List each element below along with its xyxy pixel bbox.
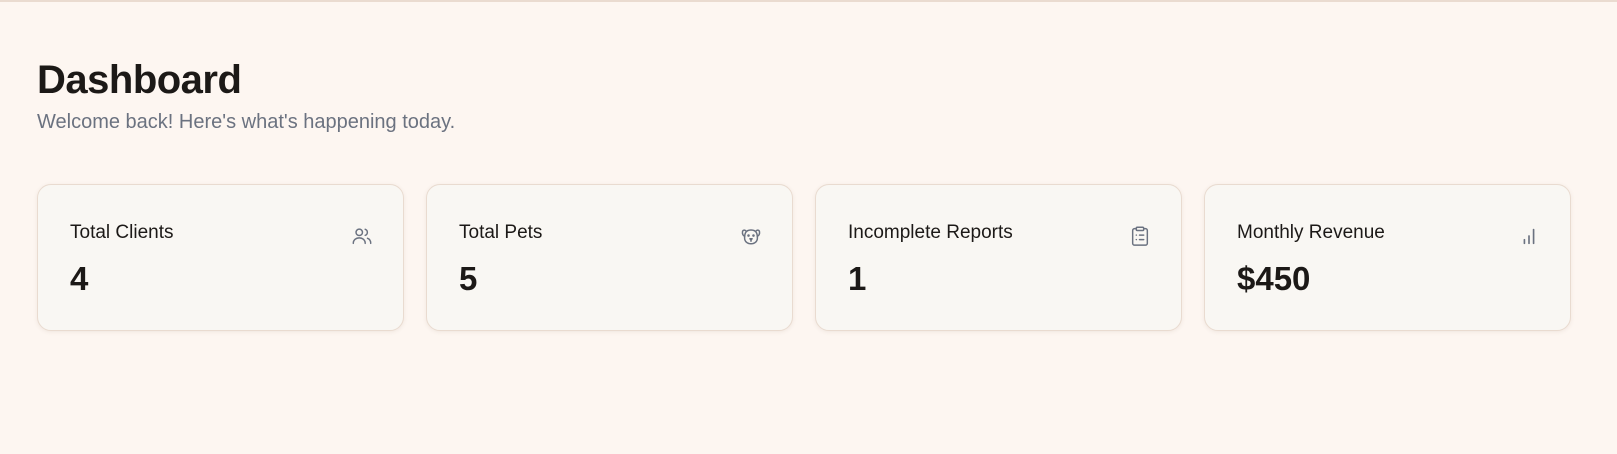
stat-value: 4 <box>70 260 89 297</box>
stat-card-incomplete-reports: Incomplete Reports 1 <box>815 184 1182 331</box>
stat-value: 1 <box>848 260 867 297</box>
dashboard-main: Dashboard Welcome back! Here's what's ha… <box>37 56 1571 331</box>
page-title: Dashboard <box>37 58 242 102</box>
stat-label: Monthly Revenue <box>1237 222 1385 243</box>
stat-card-total-pets: Total Pets 5 <box>426 184 793 331</box>
top-divider <box>0 0 1617 2</box>
bar-chart-icon <box>1518 225 1540 247</box>
dog-icon <box>740 225 762 247</box>
stat-label: Total Pets <box>459 222 543 243</box>
stat-card-monthly-revenue: Monthly Revenue $450 <box>1204 184 1571 331</box>
stat-label: Incomplete Reports <box>848 222 1013 243</box>
users-icon <box>351 225 373 247</box>
stat-value: $450 <box>1237 260 1311 297</box>
stat-value: 5 <box>459 260 478 297</box>
page-subtitle: Welcome back! Here's what's happening to… <box>37 111 456 133</box>
stat-label: Total Clients <box>70 222 174 243</box>
stats-cards: Total Clients 4 Total Pets 5 Incomplete … <box>37 184 1571 331</box>
clipboard-list-icon <box>1129 225 1151 247</box>
stat-card-total-clients: Total Clients 4 <box>37 184 404 331</box>
